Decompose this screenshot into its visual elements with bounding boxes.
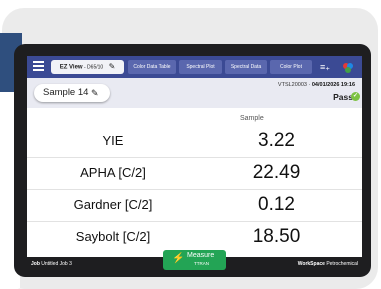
row-label: Gardner [C/2] xyxy=(73,197,153,212)
tab-spectral-plot[interactable]: Spectral Plot xyxy=(179,60,222,74)
pencil-icon[interactable]: ✎ xyxy=(91,84,99,102)
row-label: APHA [C/2] xyxy=(80,165,146,180)
instrument-id: VTSL20003 xyxy=(277,82,307,88)
check-circle-icon: ✓ xyxy=(351,92,360,101)
color-palette-icon[interactable] xyxy=(339,60,357,74)
device-screen: EZ View - D65/10 ✎ Color Data Table Spec… xyxy=(27,56,362,272)
hamburger-icon[interactable] xyxy=(33,61,44,71)
table-row: Saybolt [C/2] 18.50 xyxy=(27,222,362,252)
row-label: YIE xyxy=(102,133,124,148)
top-nav-bar: EZ View - D65/10 ✎ Color Data Table Spec… xyxy=(27,56,362,78)
instrument-info: VTSL20003 · 04/01/2026 19:16 xyxy=(277,82,355,88)
row-value: 18.50 xyxy=(252,226,301,247)
job-name: Untitled Job 3 xyxy=(41,261,72,267)
table-row: YIE 3.22 xyxy=(27,126,362,156)
tab-ez-view-illuminant: - D65/10 xyxy=(84,64,104,71)
workspace-name: Petrochemical xyxy=(326,261,358,267)
column-header-sample: Sample xyxy=(240,115,264,122)
job-info: Job Untitled Job 3 xyxy=(31,257,72,272)
sample-name: Sample 14 xyxy=(43,87,89,98)
list-add-icon[interactable]: ≡₊ xyxy=(317,60,333,74)
status-text: Pass xyxy=(333,92,353,102)
row-value: 3.22 xyxy=(258,130,295,151)
pencil-icon[interactable]: ✎ xyxy=(109,60,116,74)
workspace-info: WorkSpace Petrochemical xyxy=(298,257,358,272)
tab-color-plot[interactable]: Color Plot xyxy=(270,60,312,74)
measure-mode: TTRAN xyxy=(194,261,209,266)
workspace-label: WorkSpace xyxy=(297,261,325,267)
sample-header: Sample 14 ✎ VTSL20003 · 04/01/2026 19:16… xyxy=(27,78,362,108)
table-row: APHA [C/2] 22.49 xyxy=(27,158,362,188)
table-row: Gardner [C/2] 0.12 xyxy=(27,190,362,220)
measurement-datetime: 04/01/2026 19:16 xyxy=(311,82,355,88)
row-label: Saybolt [C/2] xyxy=(75,229,151,244)
measure-label: Measure xyxy=(187,252,215,259)
job-label: Job xyxy=(31,261,40,267)
row-value: 22.49 xyxy=(252,162,301,183)
tab-ez-view[interactable]: EZ View - D65/10 ✎ xyxy=(51,60,124,74)
row-value: 0.12 xyxy=(258,194,295,215)
tab-ez-view-label: EZ View xyxy=(59,64,83,71)
measure-button[interactable]: ⚡ Measure TTRAN xyxy=(163,250,226,270)
tab-color-data-table[interactable]: Color Data Table xyxy=(128,60,176,74)
sample-name-button[interactable]: Sample 14 ✎ xyxy=(34,84,110,102)
tab-spectral-data[interactable]: Spectral Data xyxy=(225,60,267,74)
lightning-bolt-icon: ⚡ xyxy=(172,253,185,264)
